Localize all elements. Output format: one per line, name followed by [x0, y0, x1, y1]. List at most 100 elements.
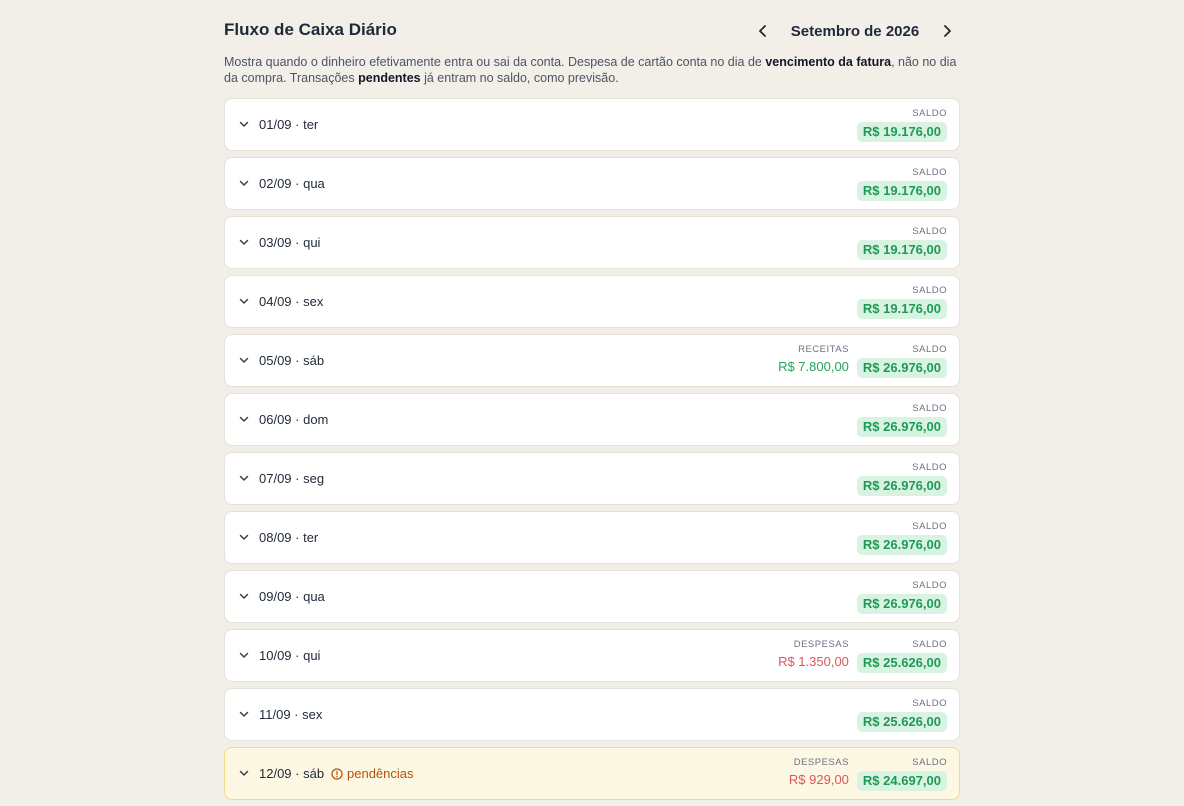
chevron-down-icon	[239, 416, 249, 422]
chevron-down-icon	[239, 121, 249, 127]
balance-label: SALDO	[912, 344, 947, 355]
info-icon	[331, 767, 343, 780]
day-summary: SALDO R$ 19.176,00	[849, 167, 947, 201]
balance-badge: R$ 19.176,00	[856, 122, 947, 142]
day-row[interactable]: 04/09 · sex SALDO R$ 19.176,00	[224, 275, 960, 328]
header: Fluxo de Caixa Diário Setembro de 2026	[224, 0, 960, 62]
balance-summary: SALDO R$ 26.976,00	[856, 521, 947, 555]
balance-summary: SALDO R$ 26.976,00	[856, 462, 947, 496]
balance-label: SALDO	[912, 108, 947, 119]
day-row[interactable]: 11/09 · sex SALDO R$ 25.626,00	[224, 688, 960, 741]
day-row[interactable]: 09/09 · qua SALDO R$ 26.976,00	[224, 570, 960, 623]
page-title: Fluxo de Caixa Diário	[224, 20, 397, 39]
chevron-left-icon	[759, 25, 766, 37]
balance-label: SALDO	[912, 403, 947, 414]
day-row[interactable]: 08/09 · ter SALDO R$ 26.976,00	[224, 511, 960, 564]
day-date: 12/09 · sáb	[259, 766, 325, 781]
chevron-down-icon	[239, 534, 249, 540]
cashflow-panel: Fluxo de Caixa Diário Setembro de 2026 M…	[224, 0, 960, 800]
balance-summary: SALDO R$ 19.176,00	[856, 108, 947, 142]
day-summary: SALDO R$ 25.626,00	[849, 698, 947, 732]
day-date: 03/09 · qui	[259, 235, 321, 250]
balance-summary: SALDO R$ 26.976,00	[856, 344, 947, 378]
balance-label: SALDO	[912, 167, 947, 178]
day-row[interactable]: 07/09 · seg SALDO R$ 26.976,00	[224, 452, 960, 505]
balance-badge: R$ 19.176,00	[856, 240, 947, 260]
balance-label: SALDO	[912, 757, 947, 768]
balance-label: SALDO	[912, 226, 947, 237]
balance-badge: R$ 26.976,00	[856, 417, 947, 437]
day-date: 01/09 · ter	[259, 117, 319, 132]
chevron-down-icon	[239, 652, 249, 658]
balance-badge: R$ 19.176,00	[856, 181, 947, 201]
day-date: 09/09 · qua	[259, 589, 325, 604]
balance-badge: R$ 26.976,00	[856, 594, 947, 614]
balance-summary: SALDO R$ 26.976,00	[856, 580, 947, 614]
day-summary: SALDO R$ 19.176,00	[849, 108, 947, 142]
expense-summary: DESPESAS R$ 929,00	[789, 757, 849, 789]
chevron-down-icon	[239, 239, 249, 245]
pending-indicator: pendências	[331, 766, 414, 781]
balance-summary: SALDO R$ 26.976,00	[856, 403, 947, 437]
chevron-down-icon	[239, 475, 249, 481]
expense-summary: DESPESAS R$ 1.350,00	[778, 639, 849, 671]
balance-badge: R$ 24.697,00	[856, 771, 947, 791]
day-date: 07/09 · seg	[259, 471, 325, 486]
day-row[interactable]: 10/09 · qui DESPESAS R$ 1.350,00 SALDO R$ 25…	[224, 629, 960, 682]
balance-badge: R$ 25.626,00	[856, 712, 947, 732]
balance-summary: SALDO R$ 19.176,00	[856, 226, 947, 260]
day-row[interactable]: 05/09 · sáb RECEITAS R$ 7.800,00 SALDO R$ 26…	[224, 334, 960, 387]
day-summary: DESPESAS R$ 1.350,00 SALDO R$ 25.626,00	[770, 639, 947, 673]
day-date: 08/09 · ter	[259, 530, 319, 545]
day-row[interactable]: 06/09 · dom SALDO R$ 26.976,00	[224, 393, 960, 446]
month-label: Setembro de 2026	[790, 22, 920, 40]
balance-summary: SALDO R$ 19.176,00	[856, 285, 947, 319]
balance-label: SALDO	[912, 462, 947, 473]
balance-summary: SALDO R$ 24.697,00	[856, 757, 947, 791]
day-summary: SALDO R$ 26.976,00	[849, 403, 947, 437]
chevron-down-icon	[239, 711, 249, 717]
day-summary: SALDO R$ 26.976,00	[849, 580, 947, 614]
balance-summary: SALDO R$ 25.626,00	[856, 639, 947, 673]
chevron-down-icon	[239, 357, 249, 363]
day-date: 04/09 · sex	[259, 294, 324, 309]
day-date: 06/09 · dom	[259, 412, 329, 427]
income-summary: RECEITAS R$ 7.800,00	[778, 344, 849, 376]
chevron-down-icon	[239, 298, 249, 304]
day-summary: SALDO R$ 26.976,00	[849, 462, 947, 496]
day-date: 10/09 · qui	[259, 648, 321, 663]
day-date: 11/09 · sex	[259, 707, 323, 722]
balance-label: SALDO	[912, 698, 947, 709]
balance-label: SALDO	[912, 285, 947, 296]
day-row[interactable]: 01/09 · ter SALDO R$ 19.176,00	[224, 98, 960, 151]
balance-label: SALDO	[912, 639, 947, 650]
month-navigator: Setembro de 2026	[750, 18, 960, 44]
chevron-down-icon	[239, 180, 249, 186]
balance-label: SALDO	[912, 521, 947, 532]
day-summary: SALDO R$ 19.176,00	[849, 285, 947, 319]
expense-value: R$ 1.350,00	[778, 654, 849, 669]
page-description: Mostra quando o dinheiro efetivamente en…	[224, 55, 957, 85]
previous-month-button[interactable]	[750, 18, 776, 44]
balance-badge: R$ 26.976,00	[856, 535, 947, 555]
day-date: 05/09 · sáb	[259, 353, 325, 368]
day-list: 01/09 · ter SALDO R$ 19.176,00 02/09 · qua S…	[224, 98, 960, 806]
day-summary: DESPESAS R$ 929,00 SALDO R$ 24.697,00	[781, 757, 947, 791]
income-value: R$ 7.800,00	[778, 359, 849, 374]
balance-label: SALDO	[912, 580, 947, 591]
balance-badge: R$ 19.176,00	[856, 299, 947, 319]
balance-summary: SALDO R$ 25.626,00	[856, 698, 947, 732]
balance-summary: SALDO R$ 19.176,00	[856, 167, 947, 201]
day-summary: SALDO R$ 26.976,00	[849, 521, 947, 555]
day-summary: SALDO R$ 19.176,00	[849, 226, 947, 260]
chevron-right-icon	[944, 25, 951, 37]
day-summary: RECEITAS R$ 7.800,00 SALDO R$ 26.976,00	[770, 344, 947, 378]
income-label: RECEITAS	[798, 344, 849, 355]
pending-label: pendências	[347, 766, 414, 781]
next-month-button[interactable]	[934, 18, 960, 44]
day-row[interactable]: 03/09 · qui SALDO R$ 19.176,00	[224, 216, 960, 269]
day-row[interactable]: 12/09 · sáb pendências DESPESAS R$ 929,00 SA…	[224, 747, 960, 800]
day-row[interactable]: 02/09 · qua SALDO R$ 19.176,00	[224, 157, 960, 210]
balance-badge: R$ 26.976,00	[856, 358, 947, 378]
balance-badge: R$ 26.976,00	[856, 476, 947, 496]
